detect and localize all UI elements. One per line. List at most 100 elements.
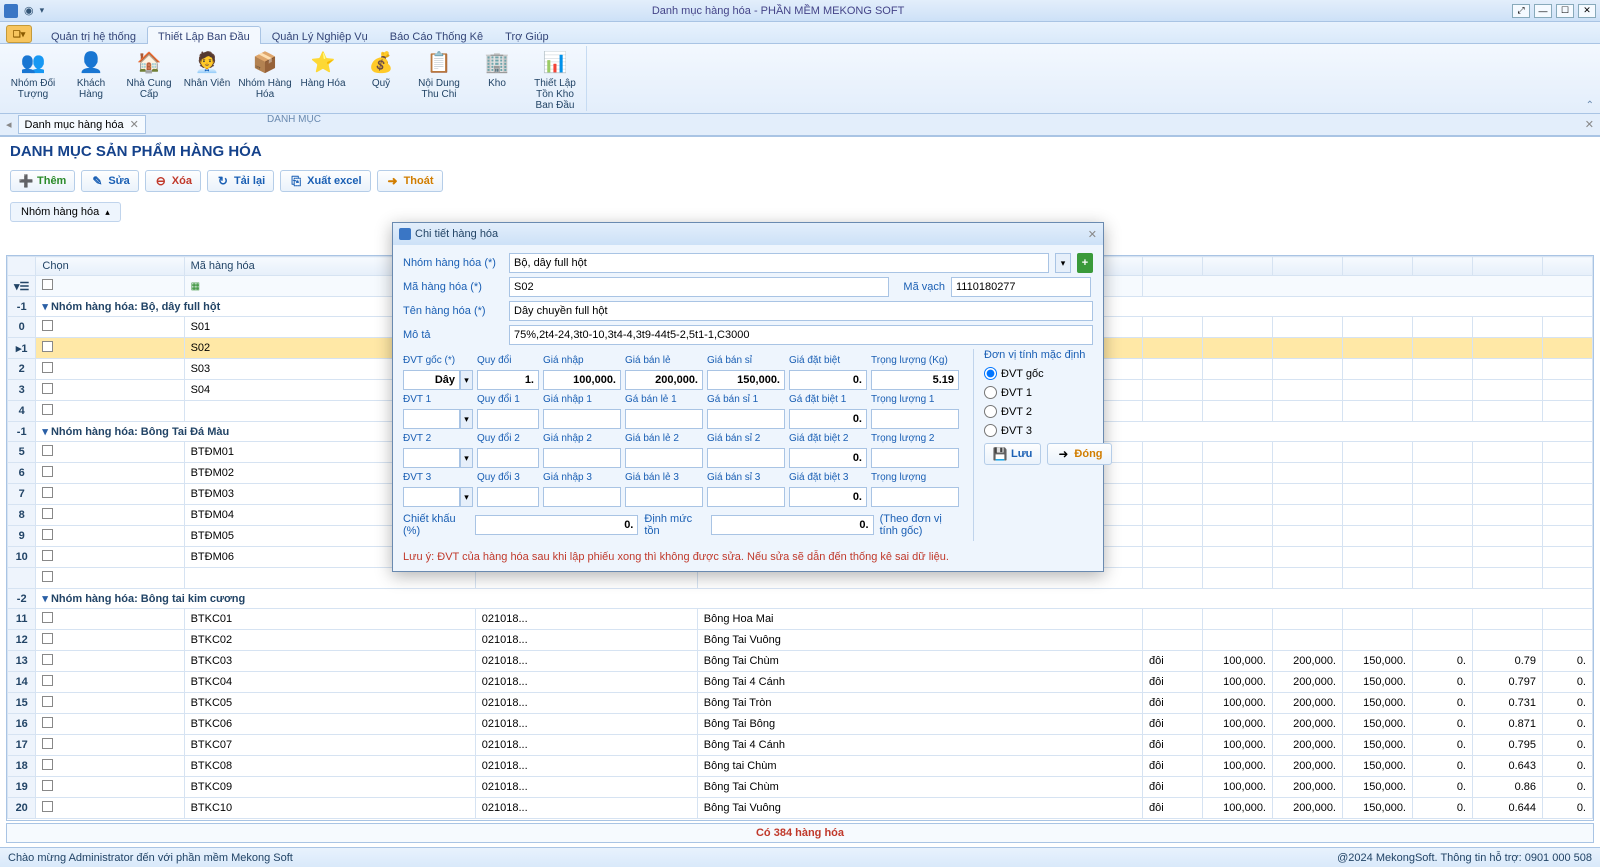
group-header[interactable]: ▾ Nhóm hàng hóa: Bông tai kim cương: [36, 589, 1593, 609]
dvt-input[interactable]: [543, 487, 621, 507]
tabs-close-all-icon[interactable]: ✕: [1585, 118, 1594, 131]
dvt-input[interactable]: [707, 487, 785, 507]
input-ma[interactable]: [509, 277, 889, 297]
dvt-input[interactable]: [625, 370, 703, 390]
save-button[interactable]: 💾Lưu: [984, 443, 1041, 465]
dvt-input[interactable]: [625, 448, 703, 468]
input-chietkhau[interactable]: [475, 515, 638, 535]
ribbon-button[interactable]: 🧑‍💼Nhân Viên: [178, 46, 236, 113]
dvt-input[interactable]: [543, 409, 621, 429]
document-tab[interactable]: Danh mục hàng hóa ✕: [18, 115, 146, 134]
tab-close-icon[interactable]: ✕: [130, 118, 139, 131]
toolbar-button[interactable]: ⎘Xuất excel: [280, 170, 370, 192]
table-row[interactable]: 19BTKC09021018...Bông Tai Chùmđôi100,000…: [8, 777, 1593, 798]
qat-icon[interactable]: ◉: [24, 4, 34, 17]
input-mota[interactable]: [509, 325, 1093, 345]
input-mavach[interactable]: [951, 277, 1091, 297]
dvt-input[interactable]: [477, 370, 539, 390]
grid-footer: Có 384 hàng hóa: [6, 823, 1594, 843]
add-nhom-button[interactable]: +: [1077, 253, 1093, 273]
ribbon-button[interactable]: 👤Khách Hàng: [62, 46, 120, 113]
maximize-button[interactable]: ☐: [1556, 4, 1574, 18]
toolbar-button[interactable]: ⊖Xóa: [145, 170, 201, 192]
dvt-select-cell[interactable]: ▾: [403, 487, 473, 507]
table-row[interactable]: 14BTKC04021018...Bông Tai 4 Cánhđôi100,0…: [8, 672, 1593, 693]
table-row[interactable]: 13BTKC03021018...Bông Tai Chùmđôi100,000…: [8, 651, 1593, 672]
ribbon-button[interactable]: ⭐Hàng Hóa: [294, 46, 352, 113]
toolbar-label: Xuất excel: [307, 175, 361, 187]
dvt-select-cell[interactable]: ▾: [403, 448, 473, 468]
table-row[interactable]: 17BTKC07021018...Bông Tai 4 Cánhđôi100,0…: [8, 735, 1593, 756]
chevron-down-icon[interactable]: ▾: [460, 370, 473, 390]
input-ten[interactable]: [509, 301, 1093, 321]
groupby-chip[interactable]: Nhóm hàng hóa ▴: [10, 202, 121, 222]
minimize-button[interactable]: —: [1534, 4, 1552, 18]
radio-dvt-3[interactable]: ĐVT 3: [984, 424, 1112, 437]
dialog-close-icon[interactable]: ✕: [1088, 228, 1097, 241]
toolbar-button[interactable]: ✎Sửa: [81, 170, 138, 192]
dvt-input[interactable]: [625, 487, 703, 507]
ribbon-button-label: Thiết Lập Tồn Kho Ban Đầu: [528, 78, 582, 111]
dvt-input[interactable]: [707, 409, 785, 429]
column-header[interactable]: Chọn: [36, 257, 184, 276]
input-dinhmucton[interactable]: [711, 515, 874, 535]
chevron-down-icon[interactable]: ▾: [460, 448, 473, 468]
close-dialog-button[interactable]: ➜Đóng: [1047, 443, 1111, 465]
radio-dvt-goc[interactable]: ĐVT gốc: [984, 367, 1112, 380]
ribbon-collapse-icon[interactable]: ⌃: [1586, 100, 1594, 111]
dvt-input[interactable]: [543, 370, 621, 390]
exit-icon: ➜: [1056, 447, 1070, 461]
ribbon-button[interactable]: 🏢Kho: [468, 46, 526, 113]
close-button[interactable]: ✕: [1578, 4, 1596, 18]
toolbar-button[interactable]: ↻Tải lại: [207, 170, 274, 192]
dropdown-nhom-icon[interactable]: ▾: [1055, 253, 1071, 273]
table-row[interactable]: 11BTKC01021018...Bông Hoa Mai: [8, 609, 1593, 630]
toolbar-button[interactable]: ➕Thêm: [10, 170, 75, 192]
dvt-input[interactable]: [789, 370, 867, 390]
group-handle[interactable]: -1: [8, 422, 36, 442]
app-menu-button[interactable]: ❑▾: [6, 25, 32, 43]
table-row[interactable]: 15BTKC05021018...Bông Tai Trònđôi100,000…: [8, 693, 1593, 714]
dvt-input[interactable]: [871, 487, 959, 507]
ribbon-button[interactable]: 💰Quỹ: [352, 46, 410, 113]
dvt-input[interactable]: [477, 448, 539, 468]
dvt-input[interactable]: [543, 448, 621, 468]
dvt-input[interactable]: [789, 409, 867, 429]
dvt-input[interactable]: [871, 448, 959, 468]
dvt-select-cell[interactable]: ▾: [403, 409, 473, 429]
dvt-input[interactable]: [707, 370, 785, 390]
ribbon-button[interactable]: 👥Nhóm Đối Tượng: [4, 46, 62, 113]
dialog-titlebar[interactable]: Chi tiết hàng hóa ✕: [393, 223, 1103, 245]
group-handle[interactable]: -1: [8, 297, 36, 317]
dvt-input[interactable]: [625, 409, 703, 429]
table-row[interactable]: 20BTKC10021018...Bông Tai Vuôngđôi100,00…: [8, 798, 1593, 819]
table-row[interactable]: 18BTKC08021018...Bông tai Chùmđôi100,000…: [8, 756, 1593, 777]
ribbon-button[interactable]: 🏠Nhà Cung Cấp: [120, 46, 178, 113]
table-row[interactable]: 16BTKC06021018...Bông Tai Bôngđôi100,000…: [8, 714, 1593, 735]
ribbon: 👥Nhóm Đối Tượng👤Khách Hàng🏠Nhà Cung Cấp🧑…: [0, 44, 1600, 114]
chevron-down-icon[interactable]: ▾: [460, 487, 473, 507]
dvt-input[interactable]: [789, 487, 867, 507]
radio-dvt-2[interactable]: ĐVT 2: [984, 405, 1112, 418]
ribbon-button[interactable]: 📊Thiết Lập Tồn Kho Ban Đầu: [526, 46, 584, 113]
dvt-input[interactable]: [707, 448, 785, 468]
dvt-input[interactable]: [789, 448, 867, 468]
filter-handle[interactable]: ▾☰: [8, 276, 36, 297]
ribbon-button[interactable]: 📋Nội Dung Thu Chi: [410, 46, 468, 113]
chevron-down-icon[interactable]: ▾: [460, 409, 473, 429]
dvt-input[interactable]: [871, 409, 959, 429]
radio-dvt-1[interactable]: ĐVT 1: [984, 386, 1112, 399]
toolbar-button[interactable]: ➜Thoát: [377, 170, 443, 192]
table-row[interactable]: 12BTKC02021018...Bông Tai Vuông: [8, 630, 1593, 651]
toolbar-label: Xóa: [172, 175, 192, 187]
ribbon-button[interactable]: 📦Nhóm Hàng Hóa: [236, 46, 294, 113]
filter-cell[interactable]: [36, 276, 184, 297]
dvt-select-cell[interactable]: ▾: [403, 370, 473, 390]
dvt-input[interactable]: [477, 487, 539, 507]
group-handle[interactable]: -2: [8, 589, 36, 609]
dvt-input[interactable]: [871, 370, 959, 390]
dvt-input[interactable]: [477, 409, 539, 429]
tab-prev-icon[interactable]: ◂: [6, 118, 12, 131]
input-nhom[interactable]: [509, 253, 1049, 273]
window-btn-1[interactable]: ⤢: [1512, 4, 1530, 18]
